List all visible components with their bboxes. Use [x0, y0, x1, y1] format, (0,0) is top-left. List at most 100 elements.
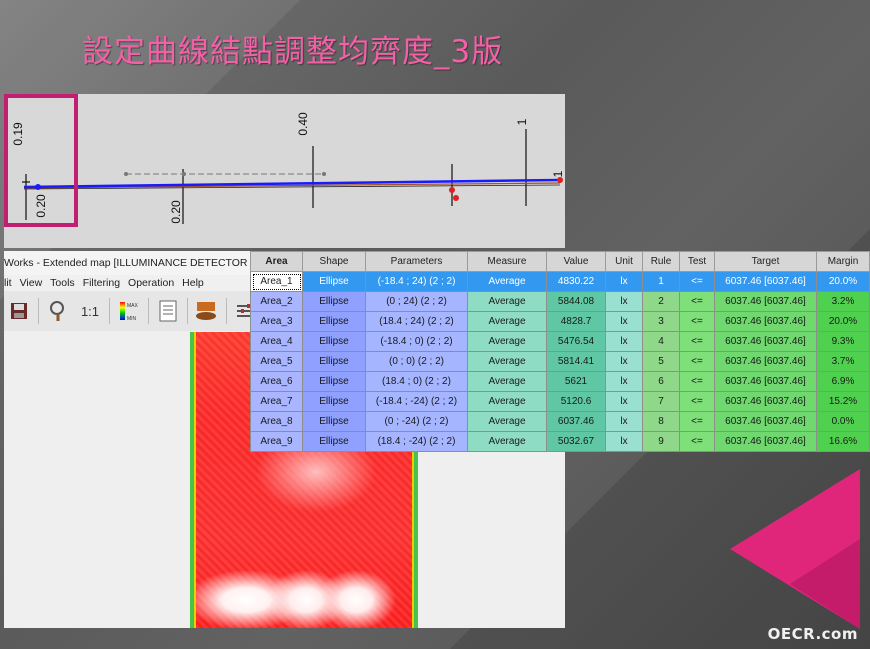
cell-rule[interactable]: 3: [642, 311, 680, 332]
cell-measure[interactable]: Average: [467, 411, 547, 432]
cell-target[interactable]: 6037.46 [6037.46]: [714, 371, 817, 392]
header-parameters[interactable]: Parameters: [365, 251, 468, 272]
header-margin[interactable]: Margin: [816, 251, 870, 272]
cell-parameters[interactable]: (18.4 ; 0) (2 ; 2): [365, 371, 468, 392]
cell-area[interactable]: Area_8: [250, 411, 303, 432]
cell-value[interactable]: 5621: [546, 371, 606, 392]
cell-shape[interactable]: Ellipse: [302, 271, 366, 292]
cell-shape[interactable]: Ellipse: [302, 391, 366, 412]
cell-value[interactable]: 5476.54: [546, 331, 606, 352]
header-area[interactable]: Area: [250, 251, 303, 272]
cell-rule[interactable]: 6: [642, 371, 680, 392]
table-row[interactable]: Area_3 Ellipse (18.4 ; 24) (2 ; 2) Average 4…: [250, 311, 870, 332]
cell-value[interactable]: 5844.08: [546, 291, 606, 312]
cell-shape[interactable]: Ellipse: [302, 371, 366, 392]
cell-unit[interactable]: lx: [605, 411, 643, 432]
cell-measure[interactable]: Average: [467, 431, 547, 452]
cell-parameters[interactable]: (0 ; -24) (2 ; 2): [365, 411, 468, 432]
cell-parameters[interactable]: (-18.4 ; 24) (2 ; 2): [365, 271, 468, 292]
save-icon[interactable]: [6, 298, 32, 324]
cell-target[interactable]: 6037.46 [6037.46]: [714, 331, 817, 352]
cell-test[interactable]: <=: [679, 331, 715, 352]
cell-area[interactable]: Area_2: [250, 291, 303, 312]
cell-area[interactable]: Area_4: [250, 331, 303, 352]
one-to-one-icon[interactable]: 1:1: [77, 298, 103, 324]
cell-rule[interactable]: 5: [642, 351, 680, 372]
report-icon[interactable]: [155, 298, 181, 324]
cell-unit[interactable]: lx: [605, 351, 643, 372]
cell-rule[interactable]: 2: [642, 291, 680, 312]
cell-rule[interactable]: 1: [642, 271, 680, 292]
cell-target[interactable]: 6037.46 [6037.46]: [714, 391, 817, 412]
menu-edit[interactable]: lit: [4, 275, 12, 291]
cell-test[interactable]: <=: [679, 271, 715, 292]
cell-margin[interactable]: 3.7%: [816, 351, 870, 372]
cell-value[interactable]: 4830.22: [546, 271, 606, 292]
cell-margin[interactable]: 16.6%: [816, 431, 870, 452]
cell-parameters[interactable]: (0 ; 24) (2 ; 2): [365, 291, 468, 312]
menu-tools[interactable]: Tools: [50, 275, 75, 291]
cell-parameters[interactable]: (-18.4 ; 0) (2 ; 2): [365, 331, 468, 352]
cell-test[interactable]: <=: [679, 391, 715, 412]
cell-rule[interactable]: 4: [642, 331, 680, 352]
cell-unit[interactable]: lx: [605, 271, 643, 292]
cell-parameters[interactable]: (18.4 ; 24) (2 ; 2): [365, 311, 468, 332]
table-row[interactable]: Area_1 Ellipse (-18.4 ; 24) (2 ; 2) Average…: [250, 271, 870, 292]
cell-measure[interactable]: Average: [467, 371, 547, 392]
cell-test[interactable]: <=: [679, 431, 715, 452]
cell-value[interactable]: 5032.67: [546, 431, 606, 452]
cell-unit[interactable]: lx: [605, 291, 643, 312]
cell-margin[interactable]: 20.0%: [816, 271, 870, 292]
cell-value[interactable]: 6037.46: [546, 411, 606, 432]
menu-operation[interactable]: Operation: [128, 275, 174, 291]
cell-target[interactable]: 6037.46 [6037.46]: [714, 291, 817, 312]
cell-value[interactable]: 5120.6: [546, 391, 606, 412]
table-row[interactable]: Area_9 Ellipse (18.4 ; -24) (2 ; 2) Average…: [250, 431, 870, 452]
magnifier-icon[interactable]: [45, 298, 71, 324]
cell-value[interactable]: 4828.7: [546, 311, 606, 332]
cell-target[interactable]: 6037.46 [6037.46]: [714, 431, 817, 452]
cell-area[interactable]: Area_9: [250, 431, 303, 452]
curve-node-panel[interactable]: 0.19 0.40 1 0.20 0.20 1: [4, 94, 565, 248]
cell-margin[interactable]: 20.0%: [816, 311, 870, 332]
header-test[interactable]: Test: [679, 251, 715, 272]
cell-target[interactable]: 6037.46 [6037.46]: [714, 311, 817, 332]
cell-area[interactable]: Area_1: [250, 271, 303, 292]
menu-filtering[interactable]: Filtering: [83, 275, 120, 291]
cell-target[interactable]: 6037.46 [6037.46]: [714, 351, 817, 372]
header-measure[interactable]: Measure: [467, 251, 547, 272]
cell-shape[interactable]: Ellipse: [302, 351, 366, 372]
header-rule[interactable]: Rule: [642, 251, 680, 272]
cell-parameters[interactable]: (18.4 ; -24) (2 ; 2): [365, 431, 468, 452]
table-row[interactable]: Area_5 Ellipse (0 ; 0) (2 ; 2) Average 5814.…: [250, 351, 870, 372]
cell-measure[interactable]: Average: [467, 291, 547, 312]
cell-measure[interactable]: Average: [467, 351, 547, 372]
cell-measure[interactable]: Average: [467, 271, 547, 292]
cell-test[interactable]: <=: [679, 311, 715, 332]
cell-unit[interactable]: lx: [605, 311, 643, 332]
header-unit[interactable]: Unit: [605, 251, 643, 272]
cell-area[interactable]: Area_5: [250, 351, 303, 372]
table-row[interactable]: Area_7 Ellipse (-18.4 ; -24) (2 ; 2) Averag…: [250, 391, 870, 412]
cell-unit[interactable]: lx: [605, 371, 643, 392]
cell-margin[interactable]: 3.2%: [816, 291, 870, 312]
cell-margin[interactable]: 6.9%: [816, 371, 870, 392]
cell-shape[interactable]: Ellipse: [302, 311, 366, 332]
table-row[interactable]: Area_6 Ellipse (18.4 ; 0) (2 ; 2) Average 56…: [250, 371, 870, 392]
cell-shape[interactable]: Ellipse: [302, 431, 366, 452]
cell-parameters[interactable]: (-18.4 ; -24) (2 ; 2): [365, 391, 468, 412]
cell-target[interactable]: 6037.46 [6037.46]: [714, 411, 817, 432]
table-row[interactable]: Area_2 Ellipse (0 ; 24) (2 ; 2) Average 5844…: [250, 291, 870, 312]
cell-area[interactable]: Area_6: [250, 371, 303, 392]
cell-rule[interactable]: 8: [642, 411, 680, 432]
cell-unit[interactable]: lx: [605, 331, 643, 352]
table-row[interactable]: Area_4 Ellipse (-18.4 ; 0) (2 ; 2) Average 5…: [250, 331, 870, 352]
header-target[interactable]: Target: [714, 251, 817, 272]
cell-margin[interactable]: 0.0%: [816, 411, 870, 432]
cell-measure[interactable]: Average: [467, 391, 547, 412]
menu-view[interactable]: View: [20, 275, 43, 291]
cell-measure[interactable]: Average: [467, 331, 547, 352]
cell-shape[interactable]: Ellipse: [302, 331, 366, 352]
header-value[interactable]: Value: [546, 251, 606, 272]
cell-margin[interactable]: 15.2%: [816, 391, 870, 412]
